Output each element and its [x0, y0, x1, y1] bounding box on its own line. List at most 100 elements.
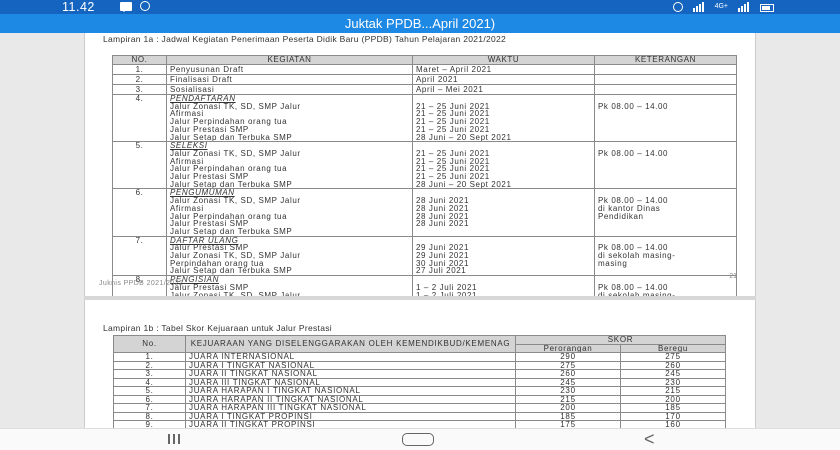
waktu-cell: April – Mei 2021	[412, 84, 595, 95]
perorangan-cell: 275	[515, 360, 621, 370]
kegiatan-cell: Penyusunan Draft	[166, 64, 413, 75]
kegiatan-cell: Sosialisasi	[166, 84, 413, 95]
kegiatan-line: Jalur Setap dan Terbuka SMP	[170, 266, 293, 276]
perorangan-cell: 175	[515, 420, 621, 428]
keterangan-cell	[594, 64, 737, 75]
row-number: 3.	[112, 84, 167, 95]
row-number: 5.	[113, 386, 186, 396]
waktu-cell: 21 – 25 Juni 2021 21 – 25 Juni 2021 21 – 2…	[412, 93, 595, 143]
kegiatan-cell: PENDAFTARAN Jalur Zonasi TK, SD, SMP Jalu…	[166, 93, 413, 143]
home-icon[interactable]	[402, 433, 434, 446]
col-header-waktu: WAKTU	[412, 55, 595, 65]
table-row: 4. JUARA III TINGKAT NASIONAL 245 230	[113, 377, 727, 387]
waktu-cell: 29 Juni 2021 29 Juni 2021 30 Juni 2021 27 J…	[412, 235, 595, 277]
row-number: 1.	[112, 64, 167, 75]
table-row: 1. JUARA INTERNASIONAL 290 275	[113, 352, 727, 362]
alarm-icon	[672, 1, 683, 12]
back-icon[interactable]: <	[644, 430, 655, 448]
table-row: 3. Sosialisasi April – Mei 2021	[112, 84, 737, 95]
waktu-line: 28 Juni – 20 Sept 2021	[416, 132, 512, 142]
network-label: 4G+	[714, 3, 728, 10]
row-number: 6.	[113, 394, 186, 404]
waktu-cell: 28 Juni 2021 28 Juni 2021 28 Juni 2021 28 J…	[412, 188, 595, 237]
kejuaraan-cell: JUARA HARAPAN II TINGKAT NASIONAL	[185, 394, 516, 404]
pdf-page-1[interactable]: Lampiran 1a : Jadwal Kegiatan Penerimaan…	[84, 33, 756, 367]
document-title: Juktak PPDB...April 2021)	[344, 16, 496, 31]
score-table: No. KEJUARAAN YANG DISELENGGARAKAN OLEH …	[113, 335, 727, 428]
recent-apps-icon[interactable]	[168, 434, 180, 444]
row-number: 6.	[112, 188, 167, 237]
table-row: 2. JUARA I TINGKAT NASIONAL 275 260	[113, 360, 727, 370]
table-row: 7. DAFTAR ULANG Jalur Prestasi SMP Jalur Zo…	[112, 235, 737, 277]
keterangan-cell	[594, 74, 737, 85]
row-number: 9.	[113, 420, 186, 428]
page-footer: Juknis PPDB 2021/2022	[99, 280, 184, 287]
row-number: 7.	[112, 235, 167, 277]
table-row: 6. JUARA HARAPAN II TINGKAT NASIONAL 215 20…	[113, 394, 727, 404]
col-header-keterangan: KETERANGAN	[594, 55, 737, 65]
kegiatan-line: Jalur Zonasi TK, SD, SMP Jalur	[170, 148, 301, 158]
col-header-no: No.	[113, 335, 186, 353]
beregu-cell: 200	[619, 394, 727, 404]
kejuaraan-cell: JUARA INTERNASIONAL	[185, 352, 516, 362]
waktu-line: Maret – April 2021	[416, 65, 492, 74]
page-number: 21	[729, 273, 737, 280]
row-number: 7.	[113, 403, 186, 413]
page2-caption: Lampiran 1b : Tabel Skor Kejuaraan untuk…	[103, 323, 332, 333]
row-number: 4.	[113, 377, 186, 387]
keterangan-line: masing	[598, 258, 628, 268]
kegiatan-cell: SELEKSI Jalur Zonasi TK, SD, SMP Jalur Afi…	[166, 141, 413, 190]
kegiatan-title: Sosialisasi	[170, 85, 215, 94]
keterangan-cell	[594, 84, 737, 95]
beregu-cell: 215	[619, 386, 727, 396]
perorangan-cell: 260	[515, 369, 621, 379]
row-number: 3.	[113, 369, 186, 379]
table-row: 8. JUARA I TINGKAT PROPINSI 185 170	[113, 411, 727, 421]
kegiatan-cell: Finalisasi Draft	[166, 74, 413, 85]
perorangan-cell: 290	[515, 352, 621, 362]
status-time: 11.42	[62, 0, 95, 14]
waktu-line: 28 Juni 2021	[416, 219, 470, 229]
keterangan-cell: Pk 08.00 – 14.00 di kantor Dinas Pendidika…	[594, 188, 737, 237]
kegiatan-cell: DAFTAR ULANG Jalur Prestasi SMP Jalur Zona…	[166, 235, 413, 277]
waktu-line: April 2021	[416, 75, 459, 84]
perorangan-cell: 245	[515, 377, 621, 387]
table-row: 6. PENGUMUMAN Jalur Zonasi TK, SD, SMP Jal…	[112, 188, 737, 237]
kegiatan-title: Finalisasi Draft	[170, 75, 233, 84]
perorangan-cell: 230	[515, 386, 621, 396]
row-number: 2.	[113, 360, 186, 370]
table-row: 4. PENDAFTARAN Jalur Zonasi TK, SD, SMP Ja…	[112, 93, 737, 143]
keterangan-cell: Pk 08.00 – 14.00di sekolah masing-masing	[594, 235, 737, 277]
beregu-cell: 275	[619, 352, 727, 362]
table-row: 5. JUARA HARAPAN I TINGKAT NASIONAL 230 215	[113, 386, 727, 396]
app-bar: Juktak PPDB...April 2021)	[0, 14, 840, 33]
waktu-line: April – Mei 2021	[416, 85, 484, 94]
status-bar: 11.42 4G+	[0, 0, 840, 14]
keterangan-line: Pendidikan	[598, 211, 644, 221]
kejuaraan-cell: JUARA I TINGKAT PROPINSI	[185, 411, 516, 421]
perorangan-cell: 215	[515, 394, 621, 404]
battery-icon	[760, 3, 774, 12]
beregu-cell: 185	[619, 403, 727, 413]
kegiatan-title: Penyusunan Draft	[170, 65, 244, 74]
pdf-page-2[interactable]: Lampiran 1b : Tabel Skor Kejuaraan untuk…	[84, 300, 756, 428]
beregu-cell: 170	[619, 411, 727, 421]
kegiatan-line: Jalur Setap dan Terbuka SMP	[170, 226, 293, 236]
beregu-cell: 230	[619, 377, 727, 387]
kegiatan-line: Jalur Zonasi TK, SD, SMP Jalur	[170, 196, 301, 206]
page1-caption: Lampiran 1a : Jadwal Kegiatan Penerimaan…	[103, 34, 507, 44]
keterangan-line: Pk 08.00 – 14.00	[598, 101, 669, 111]
table-row: 2. Finalisasi Draft April 2021	[112, 74, 737, 85]
beregu-cell: 160	[619, 420, 727, 428]
table-row: 3. JUARA II TINGKAT NASIONAL 260 245	[113, 369, 727, 379]
waktu-cell: April 2021	[412, 74, 595, 85]
table-row: 5. SELEKSI Jalur Zonasi TK, SD, SMP Jalur A…	[112, 141, 737, 190]
perorangan-cell: 185	[515, 411, 621, 421]
kegiatan-cell: PENGUMUMAN Jalur Zonasi TK, SD, SMP Jalur…	[166, 188, 413, 237]
signal-icon	[692, 1, 705, 12]
row-number: 1.	[113, 352, 186, 362]
keterangan-line: Pk 08.00 – 14.00	[598, 148, 669, 158]
beregu-cell: 245	[619, 369, 727, 379]
col-header-kejuaraan: KEJUARAAN YANG DISELENGGARAKAN OLEH KEME…	[185, 335, 516, 353]
kejuaraan-cell: JUARA II TINGKAT NASIONAL	[185, 369, 516, 379]
